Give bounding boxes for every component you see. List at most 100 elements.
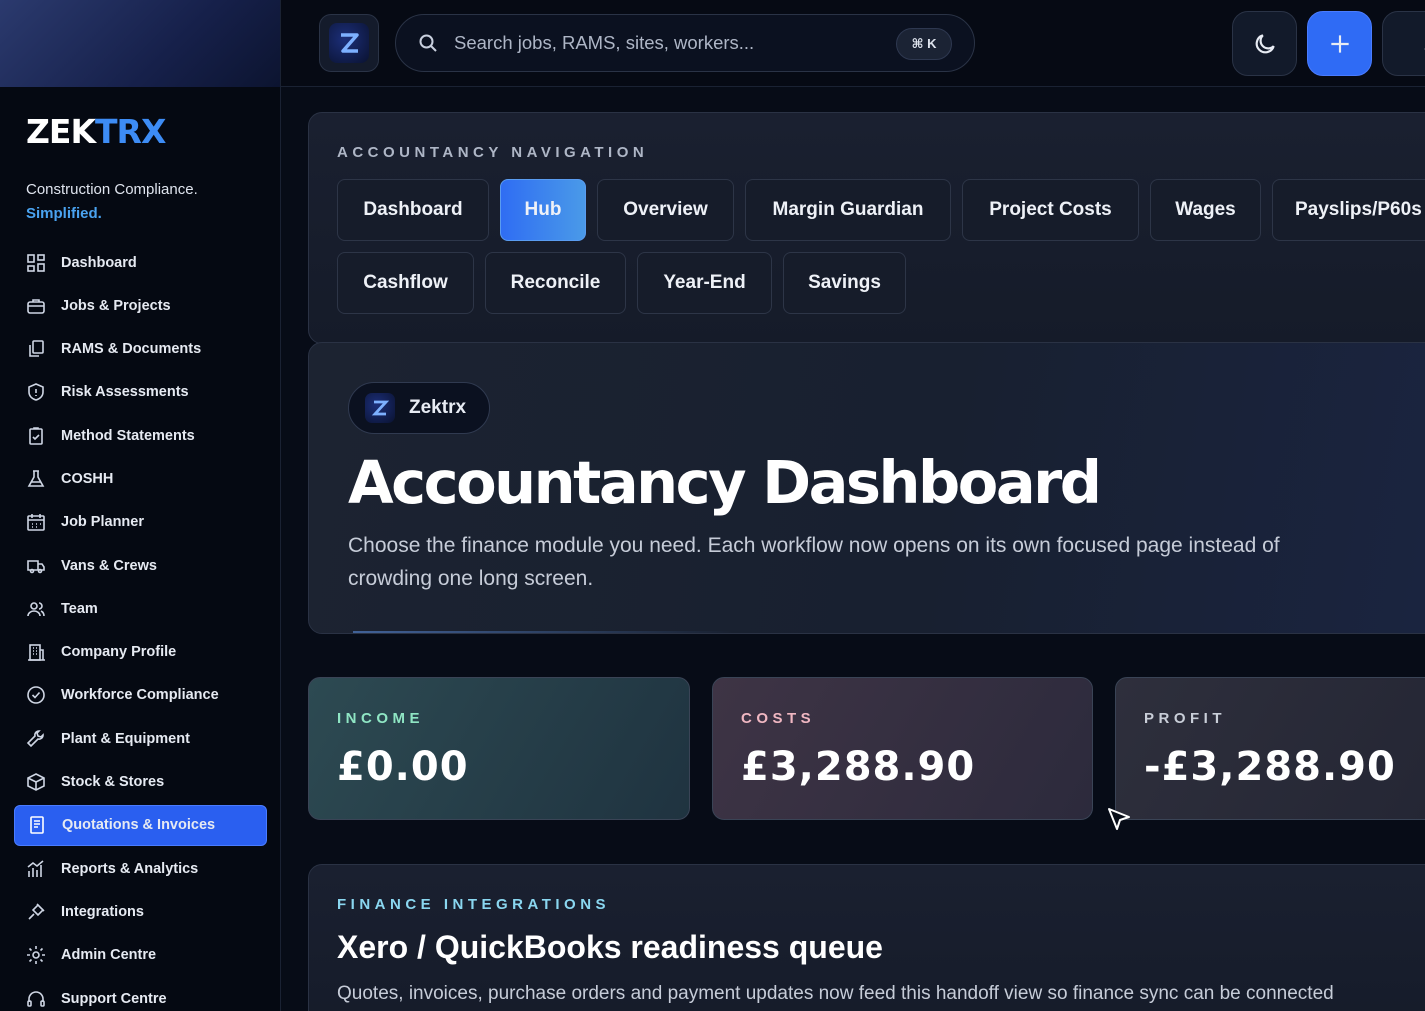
finance-integrations-heading: FINANCE INTEGRATIONS bbox=[337, 896, 611, 913]
van-icon bbox=[27, 559, 45, 573]
tab-margin-guardian[interactable]: Margin Guardian bbox=[745, 179, 951, 241]
theme-toggle-button[interactable] bbox=[1232, 11, 1297, 76]
moon-icon bbox=[1255, 33, 1275, 53]
income-value: £0.00 bbox=[337, 744, 469, 790]
tab-reconcile[interactable]: Reconcile bbox=[485, 252, 626, 314]
sidebar-item-label: Quotations & Invoices bbox=[62, 817, 216, 834]
costs-label: COSTS bbox=[741, 710, 816, 727]
gear-icon bbox=[27, 946, 45, 965]
search-input[interactable]: Search jobs, RAMS, sites, workers... bbox=[454, 32, 754, 54]
wrench-icon bbox=[26, 729, 44, 747]
sidebar-nav: Dashboard Jobs & Projects RAMS & Documen… bbox=[14, 242, 267, 1011]
topbar: Search jobs, RAMS, sites, workers... ⌘ K bbox=[281, 0, 1425, 87]
sidebar-item-admin-centre[interactable]: Admin Centre bbox=[14, 935, 267, 976]
grid-icon bbox=[27, 253, 45, 272]
sidebar-item-workforce-compliance[interactable]: Workforce Compliance bbox=[14, 675, 267, 716]
sidebar-item-label: Dashboard bbox=[61, 254, 137, 271]
costs-value: £3,288.90 bbox=[741, 744, 976, 790]
sidebar-item-label: Risk Assessments bbox=[61, 384, 189, 401]
invoice-icon bbox=[30, 816, 44, 835]
tab-dashboard[interactable]: Dashboard bbox=[337, 179, 489, 241]
sidebar-item-label: Plant & Equipment bbox=[61, 730, 190, 747]
sidebar-item-team[interactable]: Team bbox=[14, 588, 267, 629]
documents-icon bbox=[29, 340, 44, 357]
tab-hub[interactable]: Hub bbox=[500, 179, 586, 241]
check-circle-icon bbox=[27, 686, 45, 705]
page-description: Choose the finance module you need. Each… bbox=[348, 534, 1280, 590]
sidebar-item-integrations[interactable]: Integrations bbox=[14, 891, 267, 932]
notifications-button[interactable] bbox=[1382, 11, 1425, 76]
sidebar-item-dashboard[interactable]: Dashboard bbox=[14, 242, 267, 283]
users-icon bbox=[27, 602, 45, 616]
profit-label: PROFIT bbox=[1144, 710, 1226, 727]
finance-integrations-panel: FINANCE INTEGRATIONS Xero / QuickBooks r… bbox=[308, 864, 1425, 1011]
search-icon bbox=[419, 34, 437, 52]
sidebar-item-vans-crews[interactable]: Vans & Crews bbox=[14, 545, 267, 586]
sidebar-item-jobs-projects[interactable]: Jobs & Projects bbox=[14, 285, 267, 326]
hero-panel: Zektrx Accountancy Dashboard Choose the … bbox=[308, 342, 1425, 634]
sidebar-item-coshh[interactable]: COSHH bbox=[14, 458, 267, 499]
sidebar-item-label: Method Statements bbox=[61, 427, 195, 444]
building-icon bbox=[28, 644, 45, 661]
sidebar-item-label: Integrations bbox=[61, 903, 144, 920]
plus-icon bbox=[1330, 34, 1349, 53]
sidebar-item-label: Jobs & Projects bbox=[61, 297, 171, 314]
tab-year-end[interactable]: Year-End bbox=[637, 252, 772, 314]
search-bar[interactable]: Search jobs, RAMS, sites, workers... ⌘ K bbox=[395, 14, 975, 72]
tab-cashflow[interactable]: Cashflow bbox=[337, 252, 474, 314]
tagline: Construction Compliance. Simplified. bbox=[26, 178, 198, 226]
sidebar-item-rams-documents[interactable]: RAMS & Documents bbox=[14, 329, 267, 370]
profit-card: PROFIT -£3,288.90 bbox=[1115, 677, 1425, 820]
tab-savings[interactable]: Savings bbox=[783, 252, 906, 314]
sidebar-item-label: Support Centre bbox=[61, 990, 167, 1007]
sidebar: ZEKTRX Construction Compliance. Simplifi… bbox=[0, 0, 281, 1011]
sidebar-item-plant-equipment[interactable]: Plant & Equipment bbox=[14, 718, 267, 759]
accountancy-navigation-heading: ACCOUNTANCY NAVIGATION bbox=[337, 144, 649, 161]
sidebar-item-label: RAMS & Documents bbox=[61, 341, 202, 358]
tab-wages[interactable]: Wages bbox=[1150, 179, 1261, 241]
sidebar-item-label: COSHH bbox=[61, 470, 114, 487]
shield-icon bbox=[28, 383, 44, 402]
sidebar-item-risk-assessments[interactable]: Risk Assessments bbox=[14, 372, 267, 413]
brand-chip: Zektrx bbox=[348, 382, 490, 434]
sidebar-item-label: Stock & Stores bbox=[61, 774, 165, 791]
tab-payslips-p60s[interactable]: Payslips/P60s bbox=[1272, 179, 1425, 241]
tab-project-costs[interactable]: Project Costs bbox=[962, 179, 1139, 241]
tab-overview[interactable]: Overview bbox=[597, 179, 734, 241]
sidebar-header bbox=[0, 0, 280, 87]
brand-logo[interactable]: ZEKTRX bbox=[26, 112, 166, 151]
finance-description: Quotes, invoices, purchase orders and pa… bbox=[337, 983, 1334, 1004]
add-button[interactable] bbox=[1307, 11, 1372, 76]
sidebar-item-reports-analytics[interactable]: Reports & Analytics bbox=[14, 848, 267, 889]
box-icon bbox=[27, 773, 45, 791]
clipboard-check-icon bbox=[29, 426, 43, 445]
mouse-pointer-icon bbox=[1108, 808, 1130, 830]
sidebar-item-company-profile[interactable]: Company Profile bbox=[14, 632, 267, 673]
flask-icon bbox=[27, 470, 45, 487]
app-logo-button[interactable] bbox=[319, 14, 379, 72]
costs-card: COSTS £3,288.90 bbox=[712, 677, 1093, 820]
finance-title: Xero / QuickBooks readiness queue bbox=[337, 929, 883, 965]
sidebar-item-label: Job Planner bbox=[61, 514, 144, 531]
sidebar-item-label: Vans & Crews bbox=[61, 557, 157, 574]
page-title: Accountancy Dashboard bbox=[348, 448, 1102, 517]
sidebar-item-job-planner[interactable]: Job Planner bbox=[14, 502, 267, 543]
plug-icon bbox=[28, 903, 45, 920]
sidebar-item-support-centre[interactable]: Support Centre bbox=[14, 978, 267, 1011]
sidebar-item-stock-stores[interactable]: Stock & Stores bbox=[14, 762, 267, 803]
shortcut-badge: ⌘ K bbox=[896, 28, 952, 60]
z-logo-icon bbox=[365, 393, 395, 423]
headset-icon bbox=[27, 990, 45, 1007]
income-card: INCOME £0.00 bbox=[308, 677, 690, 820]
sidebar-item-quotations-invoices[interactable]: Quotations & Invoices bbox=[14, 804, 267, 846]
income-label: INCOME bbox=[337, 710, 424, 727]
tagline-text: Construction Compliance. bbox=[26, 181, 198, 198]
sidebar-item-label: Admin Centre bbox=[61, 947, 157, 964]
sidebar-item-label: Team bbox=[61, 600, 98, 617]
profit-value: -£3,288.90 bbox=[1144, 744, 1396, 790]
chart-icon bbox=[27, 860, 44, 877]
accountancy-navigation-panel: ACCOUNTANCY NAVIGATION Dashboard Hub Ove… bbox=[308, 112, 1425, 344]
briefcase-icon bbox=[27, 298, 45, 314]
sidebar-item-label: Workforce Compliance bbox=[61, 687, 219, 704]
sidebar-item-method-statements[interactable]: Method Statements bbox=[14, 415, 267, 456]
